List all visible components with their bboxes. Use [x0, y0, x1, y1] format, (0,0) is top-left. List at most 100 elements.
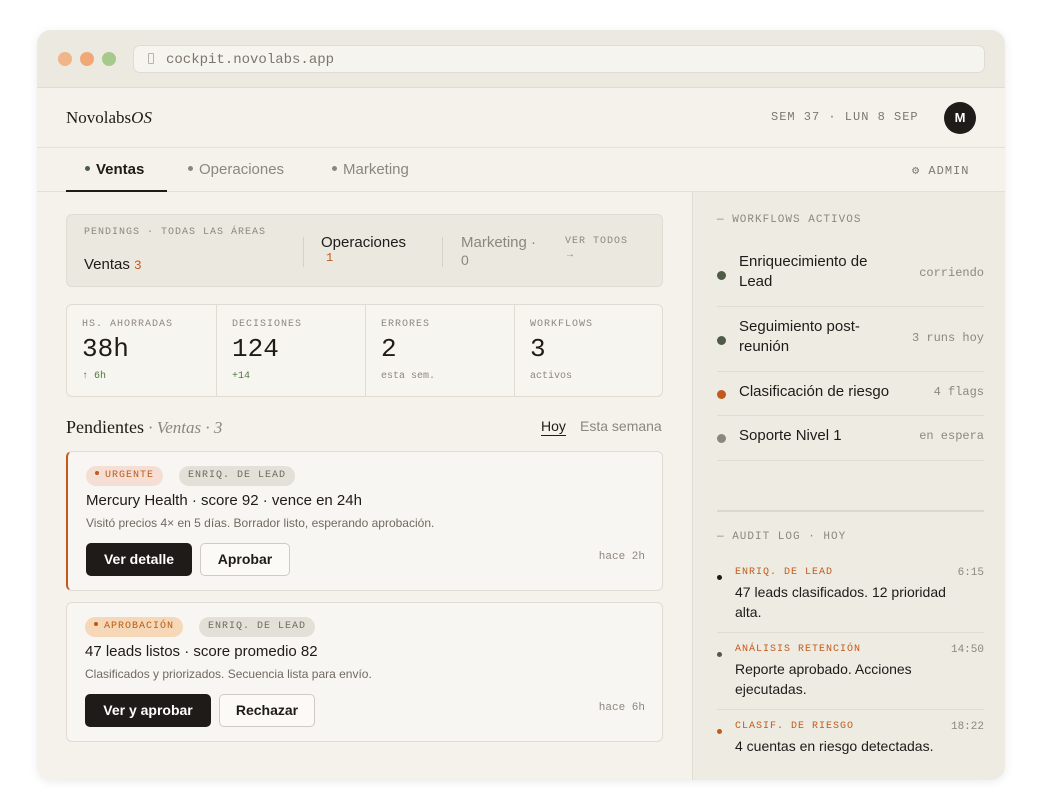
workflow-badge: ENRIQ. DE LEAD — [179, 466, 296, 486]
tab-label: Marketing — [343, 161, 409, 178]
status-dot-icon — [717, 434, 726, 443]
approval-badge: APROBACIÓN — [85, 617, 184, 637]
pendings-operaciones-count: 1 — [326, 251, 334, 265]
pendings-operaciones[interactable]: Operaciones — [321, 234, 406, 251]
tab-label: Ventas — [96, 161, 145, 178]
pending-card: URGENTE ENRIQ. DE LEAD Mercury Health · … — [66, 451, 663, 591]
stat-errors: ERRORES 2 esta sem. — [365, 305, 514, 396]
section-title-main: Pendientes — [66, 417, 144, 437]
workflow-status: corriendo — [919, 266, 984, 280]
area-tabs: Ventas Operaciones Marketing ⚙ ADMIN — [37, 148, 1005, 192]
stat-value: 2 — [381, 334, 397, 364]
section-title: Pendientes · Ventas · 3 — [66, 417, 222, 438]
card-time: hace 6h — [598, 702, 645, 714]
reject-button[interactable]: Rechazar — [219, 694, 315, 727]
view-detail-button[interactable]: Ver detalle — [86, 543, 192, 576]
close-window-dot[interactable] — [58, 52, 72, 66]
avatar[interactable]: M — [944, 102, 976, 134]
pendings-marketing-count: 0 — [461, 252, 469, 268]
stat-label: ERRORES — [381, 319, 431, 330]
stat-label: DECISIONES — [232, 319, 303, 330]
status-dot-icon — [717, 336, 726, 345]
log-time: 18:22 — [950, 721, 984, 733]
stat-sub: +14 — [232, 371, 251, 382]
pendings-ventas-count: 3 — [133, 258, 142, 273]
stat-label: HS. AHORRADAS — [82, 319, 174, 330]
log-dot-icon — [717, 652, 722, 657]
url-text: cockpit.novolabs.app — [166, 52, 335, 68]
lock-icon — [148, 53, 154, 64]
admin-link[interactable]: ⚙ ADMIN — [912, 163, 969, 178]
workflow-item[interactable]: Clasificación de riesgo 4 flags — [717, 372, 984, 416]
approve-button[interactable]: Aprobar — [200, 543, 290, 576]
pending-card: APROBACIÓN ENRIQ. DE LEAD 47 leads listo… — [66, 602, 663, 742]
tab-dot-icon — [188, 165, 193, 171]
stat-label: WORKFLOWS — [530, 319, 594, 330]
ver-todos-link[interactable]: VER TODOS — [565, 236, 628, 247]
log-dot-icon — [717, 729, 722, 734]
activity-sidebar: — WORKFLOWS ACTIVOS Enriquecimiento de L… — [692, 192, 1005, 780]
workflow-item[interactable]: Seguimiento post-reunión 3 runs hoy — [717, 307, 984, 372]
card-time: hace 2h — [598, 551, 645, 563]
tab-dot-icon — [85, 165, 90, 171]
browser-chrome: cockpit.novolabs.app — [37, 30, 1005, 88]
app-window: cockpit.novolabs.app NovolabsOS SEM 37 ·… — [37, 30, 1005, 780]
tab-ventas[interactable]: Ventas — [85, 161, 144, 178]
brand-logo[interactable]: NovolabsOS — [66, 108, 152, 128]
stat-sub: activos — [530, 371, 573, 382]
workflow-name: Seguimiento post-reunión — [739, 318, 860, 355]
stat-sub: esta sem. — [381, 371, 436, 382]
stat-decisions: DECISIONES 124 +14 — [216, 305, 365, 396]
divider — [442, 237, 443, 267]
tab-operaciones[interactable]: Operaciones — [188, 161, 284, 178]
filter-week[interactable]: Esta semana — [580, 418, 662, 434]
log-category: CLASIF. DE RIESGO — [735, 721, 855, 732]
log-category: ENRIQ. DE LEAD — [735, 567, 834, 578]
audit-log-item: CLASIF. DE RIESGO 18:22 4 cuentas en rie… — [717, 720, 984, 760]
urgent-badge: URGENTE — [86, 466, 164, 486]
workflow-badge: ENRIQ. DE LEAD — [199, 617, 316, 637]
filter-today[interactable]: Hoy — [541, 418, 566, 436]
workflow-status: en espera — [919, 429, 984, 443]
divider — [303, 237, 304, 267]
week-date: SEM 37 · LUN 8 SEP — [771, 110, 919, 124]
status-dot-icon — [717, 390, 726, 399]
maximize-window-dot[interactable] — [102, 52, 116, 66]
log-dot-icon — [717, 575, 722, 580]
workflow-item[interactable]: Enriquecimiento de Lead corriendo — [717, 242, 984, 307]
audit-log-item: ENRIQ. DE LEAD 6:15 47 leads clasificado… — [717, 566, 984, 634]
view-approve-button[interactable]: Ver y aprobar — [85, 694, 211, 727]
workflow-name: Soporte Nivel 1 — [739, 427, 842, 444]
stat-value: 3 — [530, 334, 546, 364]
card-description: Clasificados y priorizados. Secuencia li… — [85, 667, 372, 681]
app-header: NovolabsOS SEM 37 · LUN 8 SEP M — [37, 88, 1005, 148]
stat-hours-saved: HS. AHORRADAS 38h ↑ 6h — [67, 305, 216, 396]
pendings-summary: PENDINGS · TODAS LAS ÁREAS Ventas 3 Opera… — [66, 214, 663, 287]
tab-label: Operaciones — [199, 161, 285, 178]
card-title: 47 leads listos · score promedio 82 — [85, 643, 318, 660]
brand-name: Novolabs — [66, 108, 132, 127]
pendings-marketing[interactable]: Marketing · — [461, 234, 536, 251]
card-description: Visitó precios 4× en 5 días. Borrador li… — [86, 516, 435, 530]
audit-heading: — AUDIT LOG · HOY — [717, 531, 847, 543]
pendings-ventas-label: Ventas — [84, 256, 130, 273]
log-text: 4 cuentas en riesgo detectadas. — [735, 738, 934, 754]
workflow-status: 4 flags — [933, 385, 984, 399]
pendings-ventas[interactable]: Ventas 3 — [84, 256, 142, 273]
brand-suffix: OS — [131, 108, 152, 127]
tab-marketing[interactable]: Marketing — [332, 161, 409, 178]
arrow-right-icon: → — [565, 249, 575, 260]
log-time: 14:50 — [950, 644, 984, 656]
active-tab-indicator — [66, 190, 167, 192]
stat-workflows: WORKFLOWS 3 activos — [514, 305, 663, 396]
log-time: 6:15 — [957, 567, 984, 579]
address-bar[interactable]: cockpit.novolabs.app — [133, 45, 985, 73]
log-category: ANÁLISIS RETENCIÓN — [735, 644, 862, 655]
pendings-caption: PENDINGS · TODAS LAS ÁREAS — [84, 227, 267, 238]
workflows-heading: — WORKFLOWS ACTIVOS — [717, 214, 862, 226]
minimize-window-dot[interactable] — [80, 52, 94, 66]
log-text: Reporte aprobado. Acciones ejecutadas. — [735, 661, 912, 697]
sidebar-divider — [717, 510, 984, 512]
workflow-item[interactable]: Soporte Nivel 1 en espera — [717, 416, 984, 461]
card-title: Mercury Health · score 92 · vence en 24h — [86, 492, 362, 509]
